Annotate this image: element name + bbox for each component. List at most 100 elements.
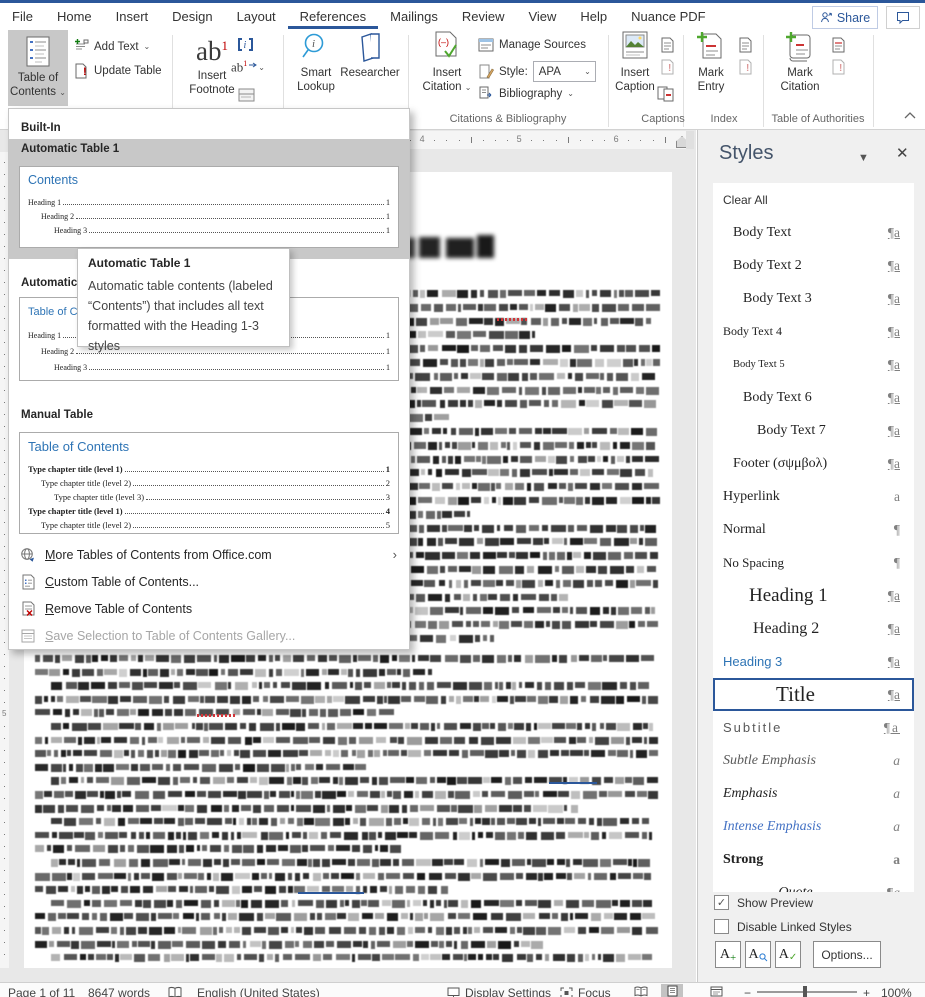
insert-table-of-authorities-icon[interactable] — [830, 37, 846, 53]
manage-styles-button[interactable]: A✓ — [775, 941, 801, 968]
insert-endnote-icon[interactable]: i — [237, 37, 254, 52]
read-mode-view-button[interactable] — [630, 984, 652, 997]
toc-preview-manual[interactable]: Table of Contents Type chapter title (le… — [19, 432, 399, 534]
style-item-body-text-4[interactable]: Body Text 4¶a — [713, 315, 914, 348]
insert-citation-button[interactable]: (–) Insert Citation ⌄ — [418, 31, 476, 95]
collapse-ribbon-icon[interactable] — [903, 111, 917, 120]
tab-references[interactable]: References — [288, 3, 378, 29]
style-item-label: Body Text 3 — [743, 291, 868, 307]
update-table-of-figures-icon[interactable]: ! — [659, 59, 675, 75]
mark-entry-button[interactable]: Mark Entry — [688, 31, 734, 95]
toc-menu-item-more[interactable]: More Tables of Contents from Office.com› — [9, 541, 409, 568]
toc-menu-item-custom[interactable]: Custom Table of Contents... — [9, 568, 409, 595]
svg-text:i: i — [244, 40, 247, 51]
tab-help[interactable]: Help — [568, 3, 619, 29]
page-indicator[interactable]: Page 1 of 11 — [8, 986, 75, 997]
style-item-no-spacing[interactable]: No Spacing¶ — [713, 546, 914, 579]
update-table-button[interactable]: ! Update Table — [74, 63, 162, 79]
citation-style-select[interactable]: APA⌄ — [533, 61, 596, 82]
style-inspector-button[interactable]: A — [745, 941, 771, 968]
zoom-percentage[interactable]: 100% — [881, 986, 912, 997]
tab-home[interactable]: Home — [45, 3, 104, 29]
toc-menu-item-label: More Tables of Contents from Office.com — [45, 548, 272, 562]
toc-preview-automatic-1: Contents Heading 11Heading 21Heading 31 — [19, 166, 399, 248]
style-item-title[interactable]: Title¶a — [713, 678, 914, 711]
language-indicator[interactable]: English (United States) — [197, 986, 320, 997]
cross-reference-icon[interactable] — [657, 86, 675, 102]
word-count[interactable]: 8647 words — [88, 986, 150, 997]
tab-insert[interactable]: Insert — [104, 3, 161, 29]
next-footnote-button[interactable]: ab1 ⌄ — [231, 59, 265, 75]
style-item-body-text-2[interactable]: Body Text 2¶a — [713, 249, 914, 282]
style-icon — [478, 64, 494, 79]
zoom-slider-thumb[interactable] — [803, 986, 807, 997]
style-item-intense-emphasis[interactable]: Intense Emphasisa — [713, 810, 914, 843]
style-item-normal[interactable]: Normal¶ — [713, 513, 914, 546]
style-item-heading-1[interactable]: Heading 1¶a — [713, 579, 914, 612]
smart-lookup-button[interactable]: i Smart Lookup — [288, 31, 344, 95]
manage-sources-button[interactable]: Manage Sources — [478, 38, 586, 52]
toc-preview-entry: Heading 21 — [28, 207, 390, 221]
hyperlink-underline — [549, 782, 597, 784]
tooltip-body: Automatic table contents (labeled “Conte… — [88, 276, 279, 356]
tab-mailings[interactable]: Mailings — [378, 3, 450, 29]
update-index-icon[interactable]: ! — [737, 59, 753, 75]
bibliography-button[interactable]: Bibliography⌄ — [478, 86, 574, 101]
tab-layout[interactable]: Layout — [225, 3, 288, 29]
web-layout-view-button[interactable] — [705, 984, 727, 997]
style-item-hyperlink[interactable]: Hyperlinka — [713, 480, 914, 513]
tab-nuance-pdf[interactable]: Nuance PDF — [619, 3, 717, 29]
styles-options-button[interactable]: Options... — [813, 941, 881, 968]
style-item-clear-all[interactable]: Clear All — [713, 183, 914, 216]
style-item-body-text-6[interactable]: Body Text 6¶a — [713, 381, 914, 414]
zoom-in-button[interactable]: + — [863, 986, 870, 997]
style-item-body-text-7[interactable]: Body Text 7¶a — [713, 414, 914, 447]
style-item-subtitle[interactable]: Subtitle¶a — [713, 711, 914, 744]
tab-file[interactable]: File — [0, 3, 45, 29]
display-settings[interactable]: Display Settings — [447, 986, 551, 997]
insert-table-of-figures-icon[interactable] — [659, 37, 675, 53]
mark-citation-button[interactable]: Mark Citation — [772, 31, 828, 95]
style-item-body-text-5[interactable]: Body Text 5¶a — [713, 348, 914, 381]
show-notes-icon[interactable] — [238, 88, 255, 102]
style-item-body-text-3[interactable]: Body Text 3¶a — [713, 282, 914, 315]
proofing-status-icon[interactable] — [168, 986, 182, 997]
share-button[interactable]: Share — [812, 6, 878, 29]
show-preview-checkbox[interactable]: ✓ Show Preview — [714, 895, 813, 910]
tab-review[interactable]: Review — [450, 3, 517, 29]
styles-pane-menu-icon[interactable]: ▼ — [858, 152, 869, 164]
style-item-label: Emphasis — [723, 786, 868, 802]
style-type-marker: a — [893, 786, 900, 802]
tab-design[interactable]: Design — [160, 3, 224, 29]
zoom-slider-track[interactable] — [757, 991, 857, 993]
style-item-footer-[interactable]: Footer (σψμβολ)¶a — [713, 447, 914, 480]
style-item-quote[interactable]: Quote¶a — [713, 876, 914, 892]
plus-icon: + — [730, 952, 736, 964]
style-item-heading-3[interactable]: Heading 3¶a — [713, 645, 914, 678]
style-item-emphasis[interactable]: Emphasis a — [713, 777, 914, 810]
add-text-button[interactable]: Add Text⌄ — [74, 39, 150, 54]
researcher-button[interactable]: Researcher — [340, 31, 400, 80]
print-layout-view-button[interactable] — [661, 984, 683, 997]
insert-index-icon[interactable] — [737, 37, 753, 53]
zoom-out-button[interactable]: − — [744, 986, 751, 997]
disable-linked-styles-checkbox[interactable]: Disable Linked Styles — [714, 919, 852, 934]
close-icon[interactable]: ✕ — [896, 144, 909, 162]
style-type-marker: a — [893, 852, 900, 868]
table-of-contents-label: Table of Contents — [10, 72, 58, 98]
table-of-contents-button[interactable]: Table of Contents ⌄ — [8, 30, 68, 106]
toc-menu-item-remove[interactable]: Remove Table of Contents — [9, 595, 409, 622]
style-type-marker: ¶a — [888, 621, 900, 637]
insert-caption-button[interactable]: Insert Caption — [610, 31, 660, 95]
group-label-authorities: Table of Authorities — [772, 113, 865, 125]
focus-mode[interactable]: Focus — [560, 986, 611, 997]
comments-button[interactable] — [886, 6, 920, 29]
new-style-button[interactable]: A+ — [715, 941, 741, 968]
style-item-body-text[interactable]: Body Text¶a — [713, 216, 914, 249]
style-item-heading-2[interactable]: Heading 2¶a — [713, 612, 914, 645]
update-table-of-authorities-icon[interactable]: ! — [830, 59, 846, 75]
tab-view[interactable]: View — [516, 3, 568, 29]
style-type-marker: ¶a — [888, 588, 900, 604]
style-item-strong[interactable]: Stronga — [713, 843, 914, 876]
style-item-subtle-emphasis[interactable]: Subtle Emphasisa — [713, 744, 914, 777]
